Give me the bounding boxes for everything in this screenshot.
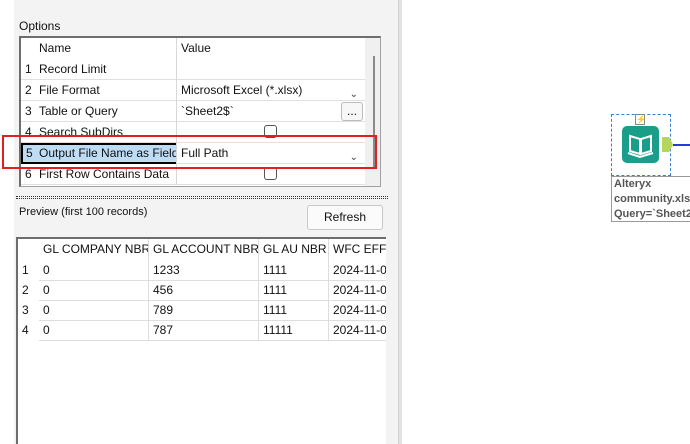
connection-line [673, 144, 690, 146]
splitter-handle[interactable] [16, 196, 388, 199]
table-cell: 456 [149, 280, 259, 301]
option-name: File Format [39, 83, 100, 97]
row-number: 1 [25, 62, 32, 76]
annotation-line: Query=`Sheet2 [614, 208, 690, 220]
options-label: Options [19, 19, 61, 33]
option-row-record-limit[interactable]: 1 Record Limit [21, 59, 365, 80]
column-header: GL ACCOUNT NBR [149, 239, 259, 260]
row-number: 2 [25, 83, 32, 97]
file-format-dropdown[interactable]: Microsoft Excel (*.xlsx) ⌄ [176, 80, 364, 101]
row-number: 3 [22, 303, 29, 317]
table-cell: 0 [39, 300, 149, 321]
name-header: Name [39, 41, 72, 55]
row-number: 2 [22, 283, 29, 297]
chevron-down-icon: ⌄ [349, 89, 358, 100]
table-cell: 1111 [259, 280, 329, 301]
record-limit-input[interactable] [176, 59, 364, 80]
table-cell: 787 [149, 320, 259, 341]
option-row-table-or-query[interactable]: 3 Table or Query `Sheet2$` ... [21, 101, 365, 122]
highlight-annotation [2, 135, 377, 169]
table-cell: 2024-11-08 [329, 260, 386, 281]
column-header: WFC EFFE [329, 239, 386, 260]
tool-annotation: Alteryx community.xlsx Query=`Sheet2 [611, 176, 690, 222]
option-name: Table or Query [39, 104, 118, 118]
lightning-icon: ⚡ [635, 114, 646, 125]
file-format-value: Microsoft Excel (*.xlsx) [181, 83, 303, 97]
row-number [18, 239, 39, 260]
panel-splitter[interactable] [398, 0, 402, 444]
table-cell: 0 [39, 260, 149, 281]
table-cell: 1111 [259, 260, 329, 281]
row-number: 3 [25, 104, 32, 118]
row-number: 1 [22, 263, 29, 277]
input-data-book-icon [622, 126, 659, 163]
table-cell: 2024-11-08 [329, 320, 386, 341]
grid-header: Name Value [21, 38, 365, 59]
refresh-button[interactable]: Refresh [307, 205, 383, 230]
table-query-value: `Sheet2$` [181, 104, 234, 118]
option-row-file-format[interactable]: 2 File Format Microsoft Excel (*.xlsx) ⌄ [21, 80, 365, 101]
table-cell: 1233 [149, 260, 259, 281]
table-header[interactable]: GL COMPANY NBR GL ACCOUNT NBR GL AU NBR WFC… [18, 239, 386, 260]
column-header: GL COMPANY NBR [39, 239, 149, 260]
column-header: GL AU NBR [259, 239, 329, 260]
table-cell: 0 [39, 280, 149, 301]
value-header: Value [176, 38, 364, 59]
table-row[interactable]: 10123311112024-11-08 [18, 260, 386, 281]
preview-table: GL COMPANY NBR GL ACCOUNT NBR GL AU NBR WFC… [16, 237, 386, 444]
annotation-line: community.xlsx [614, 193, 690, 205]
table-row[interactable]: 40787111112024-11-08 [18, 320, 386, 341]
table-cell: 2024-11-08 [329, 300, 386, 321]
table-cell: 1111 [259, 300, 329, 321]
annotation-line: Alteryx [614, 178, 652, 190]
option-name: Record Limit [39, 62, 107, 76]
table-cell: 11111 [259, 320, 329, 341]
output-anchor[interactable] [662, 137, 673, 152]
row-number: 4 [22, 323, 29, 337]
preview-label: Preview (first 100 records) [19, 206, 148, 218]
input-data-tool[interactable]: ⚡ Alteryx community.xlsx Query=`Sheet2 [611, 114, 690, 222]
table-row[interactable]: 2045611112024-11-08 [18, 280, 386, 301]
table-cell: 2024-11-08 [329, 280, 386, 301]
table-row[interactable]: 3078911112024-11-08 [18, 300, 386, 321]
table-query-input[interactable]: `Sheet2$` ... [176, 101, 364, 122]
browse-button[interactable]: ... [341, 102, 363, 121]
table-cell: 0 [39, 320, 149, 341]
table-cell: 789 [149, 300, 259, 321]
